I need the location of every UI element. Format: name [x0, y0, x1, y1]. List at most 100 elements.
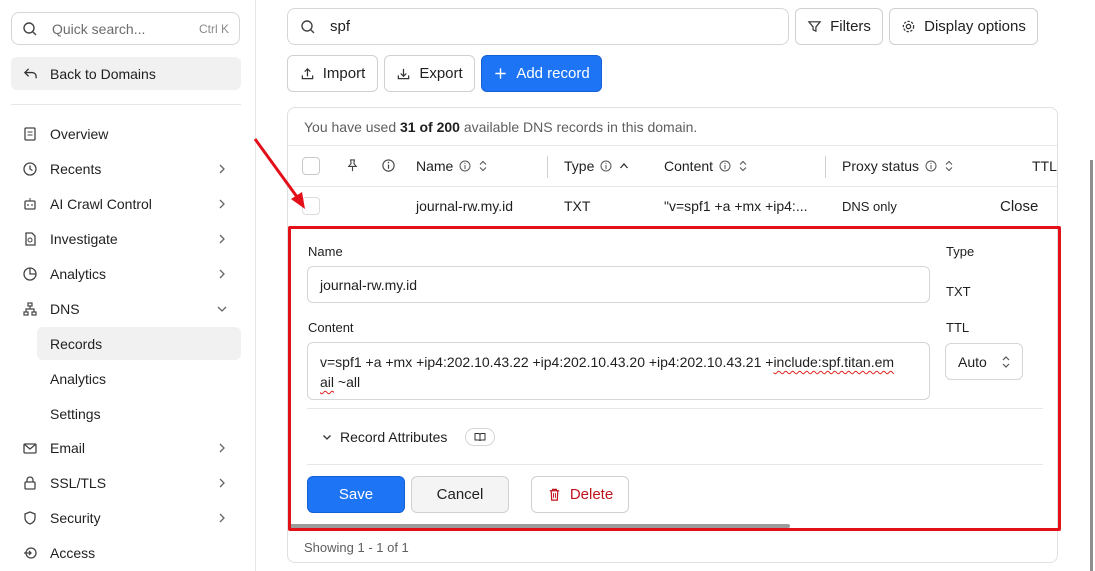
select-all-checkbox[interactable]	[302, 157, 320, 175]
delete-button[interactable]: Delete	[531, 476, 629, 513]
search-icon	[23, 21, 37, 35]
sort-icon[interactable]	[477, 160, 489, 172]
column-divider	[825, 156, 826, 178]
save-button[interactable]: Save	[307, 476, 405, 513]
usage-prefix: You have used	[304, 119, 397, 135]
pie-chart-icon	[23, 267, 37, 281]
export-button[interactable]: Export	[384, 55, 475, 92]
content-text-misspelled: ail	[320, 374, 335, 390]
sidebar-item-label: Analytics	[50, 266, 107, 282]
dns-records-card: You have used 31 of 200 available DNS re…	[287, 107, 1058, 563]
sidebar-item-overview[interactable]: Overview	[11, 119, 241, 149]
chevron-right-icon	[219, 513, 225, 523]
shield-icon	[24, 511, 36, 525]
table-row[interactable]: journal-rw.my.id TXT "v=spf1 +a +mx +ip4…	[288, 187, 1057, 227]
chevron-right-icon	[219, 164, 225, 174]
import-button[interactable]: Import	[287, 55, 378, 92]
record-attributes-toggle[interactable]: Record Attributes	[321, 428, 496, 446]
save-label: Save	[338, 486, 374, 503]
login-icon	[24, 547, 37, 559]
sidebar-item-ai-crawl-control[interactable]: AI Crawl Control	[11, 189, 241, 219]
sidebar-item-security[interactable]: Security	[11, 503, 241, 533]
column-header-name[interactable]: Name	[416, 158, 489, 174]
column-header-label: Proxy status	[842, 158, 920, 174]
sidebar-subitem-records[interactable]: Records	[37, 327, 241, 360]
sort-icon[interactable]	[943, 160, 955, 172]
filters-button[interactable]: Filters	[795, 8, 883, 45]
cancel-button[interactable]: Cancel	[411, 476, 509, 513]
row-type: TXT	[564, 198, 591, 214]
add-record-label: Add record	[516, 65, 590, 82]
chevron-down-icon	[217, 306, 227, 312]
filter-icon	[807, 21, 822, 33]
sidebar-item-email[interactable]: Email	[11, 433, 241, 463]
back-arrow-icon	[23, 68, 37, 79]
records-search-value: spf	[330, 18, 351, 35]
search-icon	[301, 19, 315, 33]
chevron-down-icon	[323, 435, 331, 440]
row-checkbox[interactable]	[302, 197, 320, 215]
records-search-input[interactable]: spf	[287, 8, 789, 45]
divider	[307, 408, 1043, 409]
file-search-icon	[25, 232, 36, 246]
sidebar-item-label: Access	[50, 545, 96, 561]
filters-label: Filters	[830, 18, 871, 35]
close-row-button[interactable]: Close	[1000, 198, 1038, 215]
content-text: ~all	[334, 374, 361, 390]
column-header-content[interactable]: Content	[664, 158, 749, 174]
shortcut-hint: Ctrl K	[199, 21, 229, 36]
sidebar-item-investigate[interactable]: Investigate	[11, 224, 241, 254]
name-field[interactable]: journal-rw.my.id	[307, 266, 930, 303]
back-to-domains-button[interactable]: Back to Domains	[11, 57, 241, 90]
column-header-ttl[interactable]: TTL	[1032, 158, 1057, 174]
info-icon	[719, 160, 731, 172]
chevron-right-icon	[219, 199, 225, 209]
chevron-updown-icon	[1002, 356, 1010, 368]
column-header-type[interactable]: Type	[564, 158, 630, 174]
sidebar-item-ssl-tls[interactable]: SSL/TLS	[11, 468, 241, 498]
sidebar-subitem-label: Records	[50, 335, 103, 352]
mail-icon	[23, 443, 37, 454]
sidebar-subitem-analytics[interactable]: Analytics	[37, 362, 241, 395]
sidebar-item-dns[interactable]: DNS	[11, 294, 241, 324]
column-header-label: TTL	[1032, 158, 1057, 174]
sidebar-item-access[interactable]: Access	[11, 538, 241, 568]
ttl-field-label: TTL	[946, 320, 970, 335]
sidebar-subitem-settings[interactable]: Settings	[37, 397, 241, 430]
row-name: journal-rw.my.id	[416, 198, 513, 214]
sort-ascending-icon[interactable]	[618, 160, 630, 172]
divider	[288, 528, 1057, 529]
sidebar-item-label: AI Crawl Control	[50, 196, 152, 212]
info-icon	[459, 160, 471, 172]
ttl-select[interactable]: Auto	[945, 343, 1023, 380]
quick-search[interactable]: Quick search... Ctrl K	[11, 12, 240, 45]
content-field[interactable]: v=spf1 +a +mx +ip4:202.10.43.22 +ip4:202…	[307, 342, 930, 400]
main-content: spf Filters Display options Import Expor…	[256, 0, 1095, 571]
display-options-button[interactable]: Display options	[889, 8, 1038, 45]
info-icon	[382, 159, 395, 172]
content-text: v=spf1 +a +mx +ip4:202.10.43.22 +ip4:202…	[320, 354, 774, 370]
sidebar-divider	[11, 104, 241, 105]
chevron-right-icon	[219, 234, 225, 244]
sidebar-item-label: Investigate	[50, 231, 118, 247]
sort-icon[interactable]	[737, 160, 749, 172]
upload-icon	[301, 67, 313, 80]
add-record-button[interactable]: Add record	[481, 55, 602, 92]
sidebar: Quick search... Ctrl K Back to Domains O…	[0, 0, 256, 571]
sidebar-item-analytics[interactable]: Analytics	[11, 259, 241, 289]
download-icon	[398, 68, 410, 80]
column-header-proxy-status[interactable]: Proxy status	[842, 158, 955, 174]
sidebar-item-label: SSL/TLS	[50, 475, 107, 491]
sidebar-subitem-label: Settings	[50, 405, 101, 422]
clock-icon	[23, 162, 37, 176]
back-to-domains-label: Back to Domains	[50, 65, 156, 82]
row-content: "v=spf1 +a +mx +ip4:...	[664, 198, 808, 214]
record-edit-form: Name journal-rw.my.id Type TXT Content v…	[288, 227, 1057, 527]
sidebar-item-label: DNS	[50, 301, 80, 317]
pin-icon[interactable]	[345, 158, 360, 173]
column-header-label: Content	[664, 158, 714, 174]
column-header-label: Type	[564, 158, 595, 174]
vertical-scrollbar[interactable]	[1090, 160, 1093, 571]
sidebar-item-recents[interactable]: Recents	[11, 154, 241, 184]
docs-badge[interactable]	[465, 428, 496, 446]
